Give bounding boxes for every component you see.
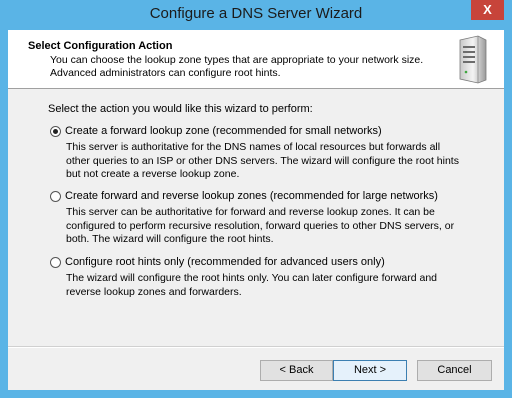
radio-forward-lookup[interactable] <box>50 126 61 137</box>
footer-divider <box>8 346 504 348</box>
option-label[interactable]: Configure root hints only (recommended f… <box>65 256 385 268</box>
next-button[interactable]: Next > <box>333 360 407 381</box>
option-label[interactable]: Create forward and reverse lookup zones … <box>65 190 438 202</box>
option-description: This server can be authoritative for for… <box>66 206 455 245</box>
option-description: This server is authoritative for the DNS… <box>66 141 459 180</box>
wizard-window: Configure a DNS Server Wizard X Select C… <box>0 0 512 398</box>
wizard-header: Select Configuration Action You can choo… <box>8 30 504 89</box>
radio-root-hints[interactable] <box>50 257 61 268</box>
header-description: You can choose the lookup zone types tha… <box>50 54 424 79</box>
server-icon <box>459 35 487 84</box>
header-title: Select Configuration Action <box>28 40 173 52</box>
title-bar[interactable]: Configure a DNS Server Wizard X <box>0 0 512 30</box>
cancel-button[interactable]: Cancel <box>417 360 492 381</box>
back-button[interactable]: < Back <box>260 360 333 381</box>
option-description: The wizard will configure the root hints… <box>66 272 438 298</box>
window-title: Configure a DNS Server Wizard <box>149 5 363 22</box>
radio-forward-reverse[interactable] <box>50 191 61 202</box>
close-button[interactable]: X <box>471 0 504 20</box>
dialog-body: Select Configuration Action You can choo… <box>8 30 504 390</box>
action-prompt: Select the action you would like this wi… <box>48 103 313 115</box>
option-label[interactable]: Create a forward lookup zone (recommende… <box>65 125 382 137</box>
